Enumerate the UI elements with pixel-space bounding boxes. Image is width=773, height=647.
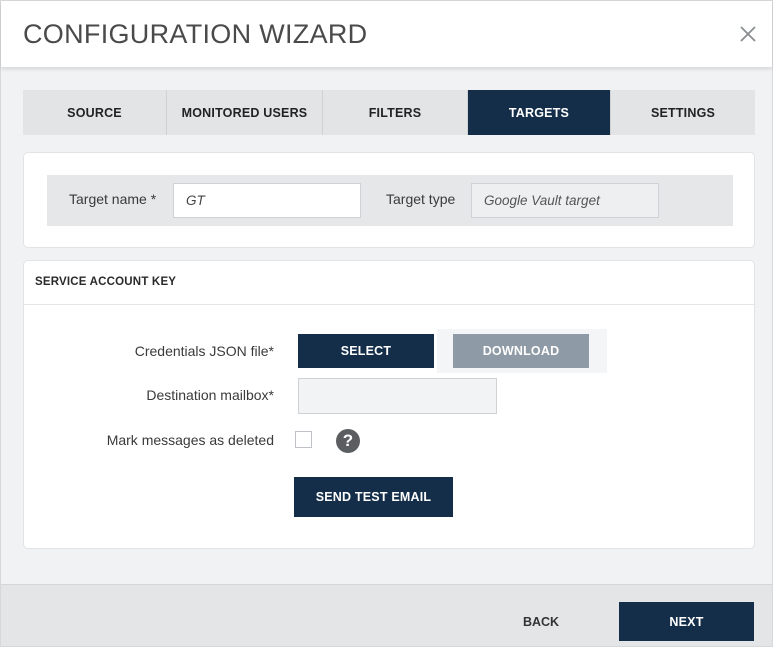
- target-type-field: Google Vault target: [471, 183, 659, 218]
- target-name-label: Target name *: [69, 191, 157, 207]
- mailbox-label: Destination mailbox*: [146, 387, 274, 403]
- section-divider: [24, 304, 754, 305]
- target-card: Target name * GT Target type Google Vaul…: [23, 152, 755, 248]
- wizard-tabs: SOURCE MONITORED USERS FILTERS TARGETS S…: [23, 90, 755, 135]
- tab-targets[interactable]: TARGETS: [468, 90, 611, 135]
- dialog-footer: BACK NEXT: [1, 584, 772, 646]
- target-name-input[interactable]: GT: [173, 183, 361, 218]
- credentials-label: Credentials JSON file*: [134, 343, 274, 359]
- back-button[interactable]: BACK: [506, 603, 576, 641]
- target-type-label: Target type: [386, 191, 456, 207]
- close-icon: [740, 26, 756, 42]
- target-row: Target name * GT Target type Google Vaul…: [47, 175, 733, 226]
- destination-mailbox-input[interactable]: [298, 378, 497, 414]
- mark-deleted-checkbox[interactable]: [295, 431, 312, 448]
- tab-source[interactable]: SOURCE: [23, 90, 167, 135]
- help-icon[interactable]: ?: [336, 429, 360, 453]
- select-button[interactable]: SELECT: [298, 334, 434, 368]
- dialog-header: CONFIGURATION WIZARD: [1, 1, 772, 67]
- download-button[interactable]: DOWNLOAD: [453, 334, 589, 368]
- dialog-title: CONFIGURATION WIZARD: [23, 19, 368, 49]
- mark-deleted-label: Mark messages as deleted: [106, 432, 274, 448]
- tab-monitored-users[interactable]: MONITORED USERS: [167, 90, 323, 135]
- service-account-card: SERVICE ACCOUNT KEY Credentials JSON fil…: [23, 260, 755, 549]
- configuration-wizard-dialog: CONFIGURATION WIZARD SOURCE MONITORED US…: [0, 0, 773, 647]
- next-button[interactable]: NEXT: [619, 602, 754, 641]
- section-title: SERVICE ACCOUNT KEY: [35, 276, 177, 288]
- tab-filters[interactable]: FILTERS: [323, 90, 468, 135]
- send-test-email-button[interactable]: SEND TEST EMAIL: [294, 477, 453, 517]
- close-button[interactable]: [737, 23, 759, 45]
- tab-settings[interactable]: SETTINGS: [611, 90, 755, 135]
